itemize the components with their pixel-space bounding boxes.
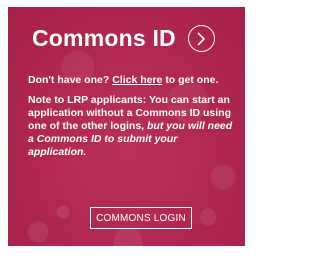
no-account-suffix: to get one. bbox=[165, 74, 219, 86]
chevron-right-circle-icon[interactable] bbox=[187, 25, 215, 52]
no-account-text: Don't have one? Click here to get one. bbox=[28, 74, 238, 87]
no-account-prefix: Don't have one? bbox=[28, 74, 110, 86]
commons-id-card: Commons ID Don't have one? Click here to… bbox=[8, 7, 245, 246]
click-here-link[interactable]: Click here bbox=[112, 74, 162, 86]
commons-login-button[interactable]: COMMONS LOGIN bbox=[90, 207, 192, 229]
lrp-note: Note to LRP applicants: You can start an… bbox=[28, 94, 238, 159]
card-header: Commons ID bbox=[32, 25, 215, 52]
card-title: Commons ID bbox=[32, 25, 176, 51]
